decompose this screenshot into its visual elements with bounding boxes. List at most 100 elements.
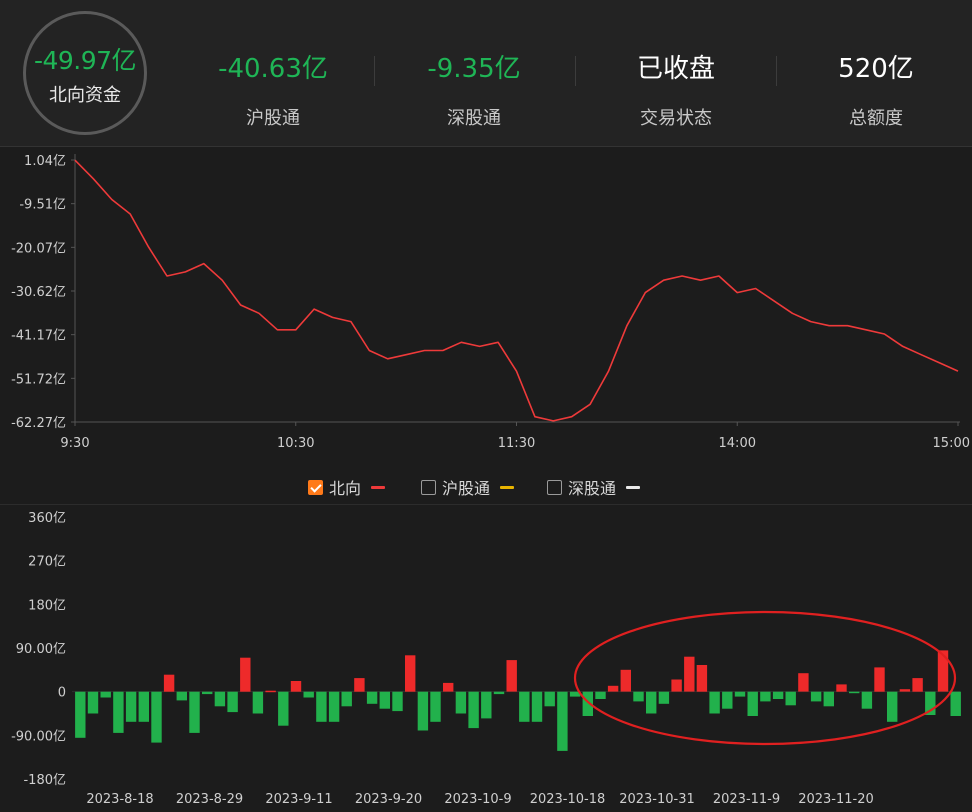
bar-outflow[interactable] [87, 691, 99, 714]
y-tick-label: -30.62亿 [11, 285, 66, 300]
intraday-line-chart[interactable]: 1.04亿 -9.51亿 -20.07亿 -30.62亿 -41.17亿 -51.72亿 -… [11, 154, 970, 451]
bar-outflow[interactable] [531, 691, 543, 722]
bar-outflow[interactable] [392, 691, 403, 712]
bar-outflow[interactable] [519, 691, 530, 722]
bar-outflow[interactable] [734, 691, 746, 697]
bar-outflow[interactable] [75, 691, 86, 738]
x-tick-label: 2023-10-31 [619, 792, 695, 807]
stat-divider [374, 56, 375, 86]
bar-outflow[interactable] [658, 691, 670, 704]
stat-divider [776, 56, 777, 86]
bar-outflow[interactable] [341, 691, 352, 707]
bar-inflow[interactable] [354, 678, 365, 692]
bar-inflow[interactable] [684, 656, 695, 692]
bar-outflow[interactable] [709, 691, 720, 714]
stat-shenzhen-value: -9.35亿 [427, 54, 521, 84]
bar-outflow[interactable] [227, 691, 238, 713]
bar-outflow[interactable] [252, 691, 264, 714]
bar-inflow[interactable] [874, 667, 885, 692]
legend-northbound[interactable]: 北向 [308, 476, 386, 498]
bar-outflow[interactable] [747, 691, 758, 716]
bar-outflow[interactable] [468, 691, 479, 729]
legend-northbound-label: 北向 [329, 479, 362, 498]
bar-inflow[interactable] [607, 685, 619, 692]
bar-inflow[interactable] [405, 655, 416, 692]
bar-inflow[interactable] [671, 679, 682, 692]
y-tick-label: -62.27亿 [11, 416, 66, 431]
bar-outflow[interactable] [950, 691, 961, 716]
bar-inflow[interactable] [836, 684, 847, 692]
bar-outflow[interactable] [125, 691, 137, 722]
x-tick-label: 10:30 [277, 436, 314, 451]
x-tick-label: 2023-9-20 [355, 792, 422, 807]
bar-outflow[interactable] [379, 691, 390, 709]
highlight-ellipse [573, 610, 957, 746]
bar-outflow[interactable] [455, 691, 467, 714]
bar-outflow[interactable] [176, 691, 187, 701]
bar-outflow[interactable] [303, 691, 314, 698]
y-tick-label: -9.51亿 [19, 198, 66, 213]
daily-bar-chart[interactable]: 360亿 270亿 180亿 90.00亿 0 -90.00亿 -180亿 2023-8-18… [11, 511, 961, 807]
bar-outflow[interactable] [316, 691, 327, 722]
bar-inflow[interactable] [696, 665, 708, 692]
bar-inflow[interactable] [912, 678, 923, 692]
bar-outflow[interactable] [646, 691, 657, 714]
bar-outflow[interactable] [202, 691, 213, 695]
bar-outflow[interactable] [722, 691, 733, 709]
bar-outflow[interactable] [493, 691, 505, 695]
bar-outflow[interactable] [544, 691, 555, 707]
bar-outflow[interactable] [633, 691, 644, 702]
bar-inflow[interactable] [937, 650, 949, 692]
stat-shenzhen-label: 深股通 [447, 108, 501, 129]
bar-outflow[interactable] [785, 691, 796, 706]
bar-outflow[interactable] [113, 691, 124, 733]
stat-shanghai-connect[interactable]: -40.63亿 沪股通 [183, 52, 363, 130]
bar-outflow[interactable] [328, 691, 340, 722]
bar-inflow[interactable] [240, 657, 251, 692]
checkbox-checked-icon[interactable] [308, 479, 323, 495]
bar-outflow[interactable] [810, 691, 822, 702]
stat-shenzhen-connect[interactable]: -9.35亿 深股通 [384, 52, 564, 130]
bar-outflow[interactable] [849, 691, 860, 694]
legend-shenzhen[interactable]: 深股通 [547, 476, 641, 498]
bar-inflow[interactable] [506, 660, 517, 692]
bar-inflow[interactable] [620, 669, 631, 692]
bar-outflow[interactable] [278, 691, 289, 726]
bar-outflow[interactable] [138, 691, 149, 722]
bar-outflow[interactable] [823, 691, 834, 707]
stat-trading-status: 已收盘 交易状态 [586, 52, 766, 130]
x-tick-label: 2023-10-18 [530, 792, 606, 807]
bar-outflow[interactable] [772, 691, 784, 699]
bar-outflow[interactable] [887, 691, 898, 722]
northbound-flow-line [74, 159, 959, 422]
bar-inflow[interactable] [798, 673, 809, 692]
legend-red-swatch [371, 485, 386, 489]
bar-inflow[interactable] [899, 689, 911, 692]
bar-outflow[interactable] [481, 691, 492, 719]
bar-outflow[interactable] [430, 691, 441, 722]
northbound-summary-circle[interactable]: -49.97亿 北向资金 [23, 11, 147, 135]
checkbox-icon[interactable] [547, 479, 562, 495]
y-tick-label: 0 [58, 686, 66, 701]
bar-outflow[interactable] [760, 691, 771, 702]
northbound-label: 北向资金 [49, 85, 121, 106]
stat-shanghai-label: 沪股通 [246, 108, 300, 129]
y-tick-label: -180亿 [23, 773, 66, 788]
bar-outflow[interactable] [557, 691, 568, 751]
bar-outflow[interactable] [100, 691, 111, 698]
bar-inflow[interactable] [163, 674, 175, 692]
checkbox-icon[interactable] [421, 479, 436, 495]
bar-outflow[interactable] [189, 691, 200, 733]
bar-outflow[interactable] [417, 691, 429, 731]
legend-shanghai[interactable]: 沪股通 [421, 476, 515, 498]
bar-outflow[interactable] [366, 691, 378, 704]
bar-inflow[interactable] [443, 682, 454, 692]
bar-outflow[interactable] [595, 691, 606, 699]
x-tick-label: 11:30 [498, 436, 535, 451]
x-tick-label: 2023-10-9 [444, 792, 511, 807]
bar-outflow[interactable] [861, 691, 873, 709]
bar-outflow[interactable] [151, 691, 162, 743]
bar-inflow[interactable] [290, 681, 302, 692]
bar-inflow[interactable] [265, 690, 276, 693]
bar-outflow[interactable] [214, 691, 226, 707]
